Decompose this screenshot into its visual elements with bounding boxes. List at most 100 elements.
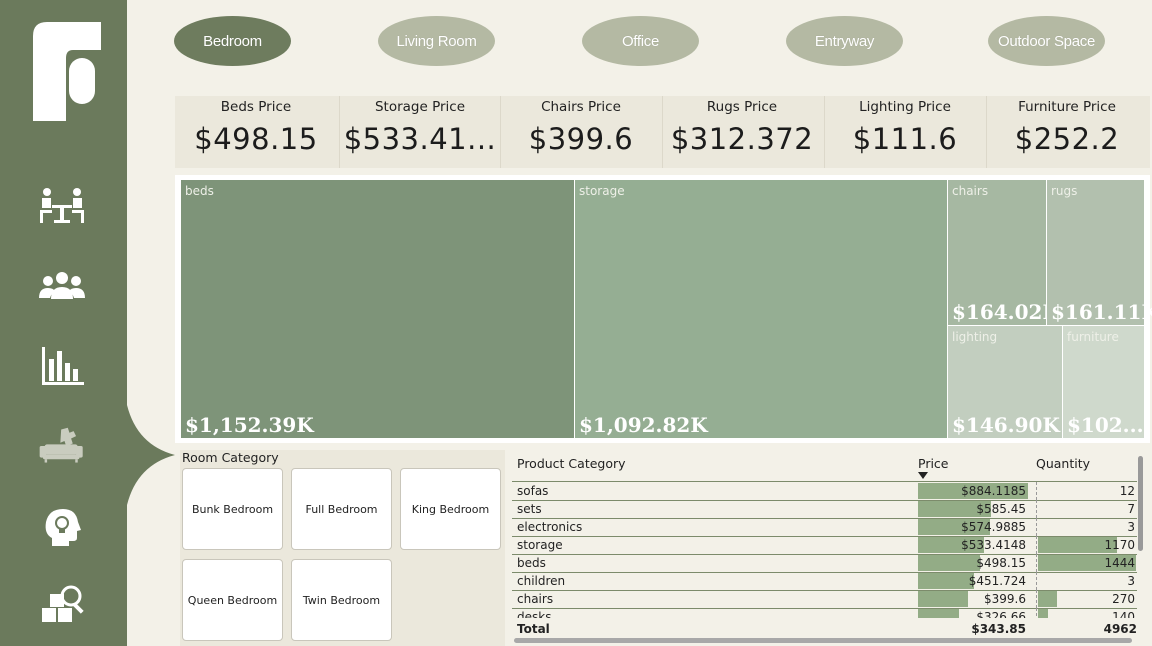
- cell-price: $326.66: [976, 610, 1026, 618]
- meeting-table-icon[interactable]: [38, 186, 86, 230]
- room-category-slicer: Room Category Bunk Bedroom Full Bedroom …: [180, 450, 505, 646]
- room-button-living-room[interactable]: Living Room: [378, 16, 495, 66]
- product-table: Product Category Price Quantity sofas $88…: [512, 450, 1147, 646]
- cell-quantity: 7: [1127, 502, 1135, 516]
- treemap-tile-beds[interactable]: beds $1,152.39K: [181, 180, 574, 438]
- cell-category: beds: [517, 556, 546, 570]
- tile-label: lighting: [952, 330, 998, 344]
- kpi-label: Furniture Price: [1018, 99, 1116, 115]
- cell-category: sofas: [517, 484, 549, 498]
- column-divider: [1036, 536, 1038, 554]
- cell-quantity: 270: [1112, 592, 1135, 606]
- total-quantity: 4962: [1103, 622, 1137, 636]
- cell-quantity: 12: [1119, 484, 1135, 498]
- room-option-queen-bedroom[interactable]: Queen Bedroom: [182, 559, 283, 641]
- bar-chart-icon[interactable]: [38, 345, 86, 389]
- sort-desc-icon: [918, 472, 928, 479]
- kpi-value: $399.6: [528, 122, 634, 156]
- cell-category: desks: [517, 610, 552, 618]
- kpi-card: Furniture Price $252.2: [986, 96, 1148, 168]
- room-option-king-bedroom[interactable]: King Bedroom: [400, 468, 501, 550]
- kpi-card: Lighting Price $111.6: [824, 96, 986, 168]
- cell-price: $399.6: [984, 592, 1026, 606]
- table-row[interactable]: children $451.724 3: [512, 572, 1137, 591]
- kpi-value: $111.6: [852, 122, 958, 156]
- table-row[interactable]: electronics $574.9885 3: [512, 518, 1137, 537]
- price-bar: [918, 555, 980, 571]
- cell-price: $498.15: [976, 556, 1026, 570]
- tile-value: $102....: [1067, 413, 1144, 437]
- kpi-value: $312.372: [670, 122, 814, 156]
- kpi-value: $498.15: [194, 122, 318, 156]
- slicer-title: Room Category: [182, 450, 279, 465]
- total-price: $343.85: [971, 622, 1026, 636]
- kpi-label: Beds Price: [220, 99, 292, 115]
- table-row[interactable]: storage $533.4148 1170: [512, 536, 1137, 555]
- treemap-tile-lighting[interactable]: lighting $146.90K: [948, 326, 1062, 438]
- column-divider: [1036, 518, 1038, 536]
- cell-price: $451.724: [968, 574, 1026, 588]
- table-row[interactable]: beds $498.15 1444: [512, 554, 1137, 573]
- cell-category: electronics: [517, 520, 583, 534]
- kpi-card: Beds Price $498.15: [175, 96, 337, 168]
- quantity-bar: [1038, 591, 1057, 607]
- cell-price: $884.1185: [961, 484, 1026, 498]
- treemap-tile-storage[interactable]: storage $1,092.82K: [575, 180, 947, 438]
- column-divider: [1036, 590, 1038, 608]
- header-product-category[interactable]: Product Category: [517, 456, 626, 471]
- treemap-tile-chairs[interactable]: chairs $164.02K: [948, 180, 1060, 325]
- total-row: Total $343.85 4962: [512, 620, 1137, 638]
- brand-logo[interactable]: [33, 22, 101, 121]
- room-option-full-bedroom[interactable]: Full Bedroom: [291, 468, 392, 550]
- table-row[interactable]: sets $585.45 7: [512, 500, 1137, 519]
- cell-quantity: 3: [1127, 520, 1135, 534]
- cell-quantity: 3: [1127, 574, 1135, 588]
- table-row[interactable]: chairs $399.6 270: [512, 590, 1137, 609]
- kpi-value: $533.41...: [343, 122, 497, 156]
- tile-label: beds: [185, 184, 214, 198]
- kpi-strip: Beds Price $498.15 Storage Price $533.41…: [175, 96, 1150, 168]
- cell-price: $574.9885: [961, 520, 1026, 534]
- tile-label: rugs: [1051, 184, 1078, 198]
- cell-price: $585.45: [976, 502, 1026, 516]
- room-button-office[interactable]: Office: [582, 16, 699, 66]
- cell-category: storage: [517, 538, 563, 552]
- kpi-label: Storage Price: [374, 99, 466, 115]
- cell-quantity: 1444: [1104, 556, 1135, 570]
- total-label: Total: [517, 622, 550, 636]
- treemap-tile-furniture[interactable]: furniture $102....: [1063, 326, 1144, 438]
- price-bar: [918, 573, 974, 589]
- column-divider: [1036, 500, 1038, 518]
- cell-category: chairs: [517, 592, 554, 606]
- tile-label: storage: [579, 184, 625, 198]
- room-button-entryway[interactable]: Entryway: [786, 16, 903, 66]
- head-lightbulb-icon[interactable]: [38, 506, 86, 550]
- header-price[interactable]: Price: [918, 456, 949, 471]
- horizontal-scrollbar[interactable]: [514, 638, 1132, 643]
- sofa-puzzle-icon[interactable]: [38, 424, 86, 468]
- room-button-bedroom[interactable]: Bedroom: [174, 16, 291, 66]
- table-body: sofas $884.1185 12 sets $585.45 7 electronics $…: [512, 482, 1137, 618]
- room-button-outdoor-space[interactable]: Outdoor Space: [988, 16, 1105, 66]
- kpi-label: Chairs Price: [541, 99, 621, 115]
- room-option-bunk-bedroom[interactable]: Bunk Bedroom: [182, 468, 283, 550]
- table-row[interactable]: desks $326.66 140: [512, 608, 1137, 618]
- quantity-bar: [1038, 609, 1048, 618]
- kpi-label: Lighting Price: [859, 99, 951, 115]
- boxes-search-icon[interactable]: [38, 582, 86, 626]
- room-option-twin-bedroom[interactable]: Twin Bedroom: [291, 559, 392, 641]
- vertical-scrollbar[interactable]: [1138, 456, 1143, 551]
- tile-value: $161.11K: [1051, 300, 1152, 324]
- column-divider: [1036, 482, 1038, 500]
- header-quantity[interactable]: Quantity: [1036, 456, 1090, 471]
- users-group-icon[interactable]: [38, 265, 86, 309]
- cell-quantity: 1170: [1104, 538, 1135, 552]
- price-bar: [918, 609, 959, 618]
- cell-quantity: 140: [1112, 610, 1135, 618]
- price-bar: [918, 591, 968, 607]
- kpi-card: Rugs Price $312.372: [661, 96, 823, 168]
- treemap-tile-rugs[interactable]: rugs $161.11K: [1047, 180, 1152, 325]
- column-divider: [1036, 572, 1038, 590]
- table-row[interactable]: sofas $884.1185 12: [512, 482, 1137, 501]
- tile-value: $1,152.39K: [185, 413, 314, 437]
